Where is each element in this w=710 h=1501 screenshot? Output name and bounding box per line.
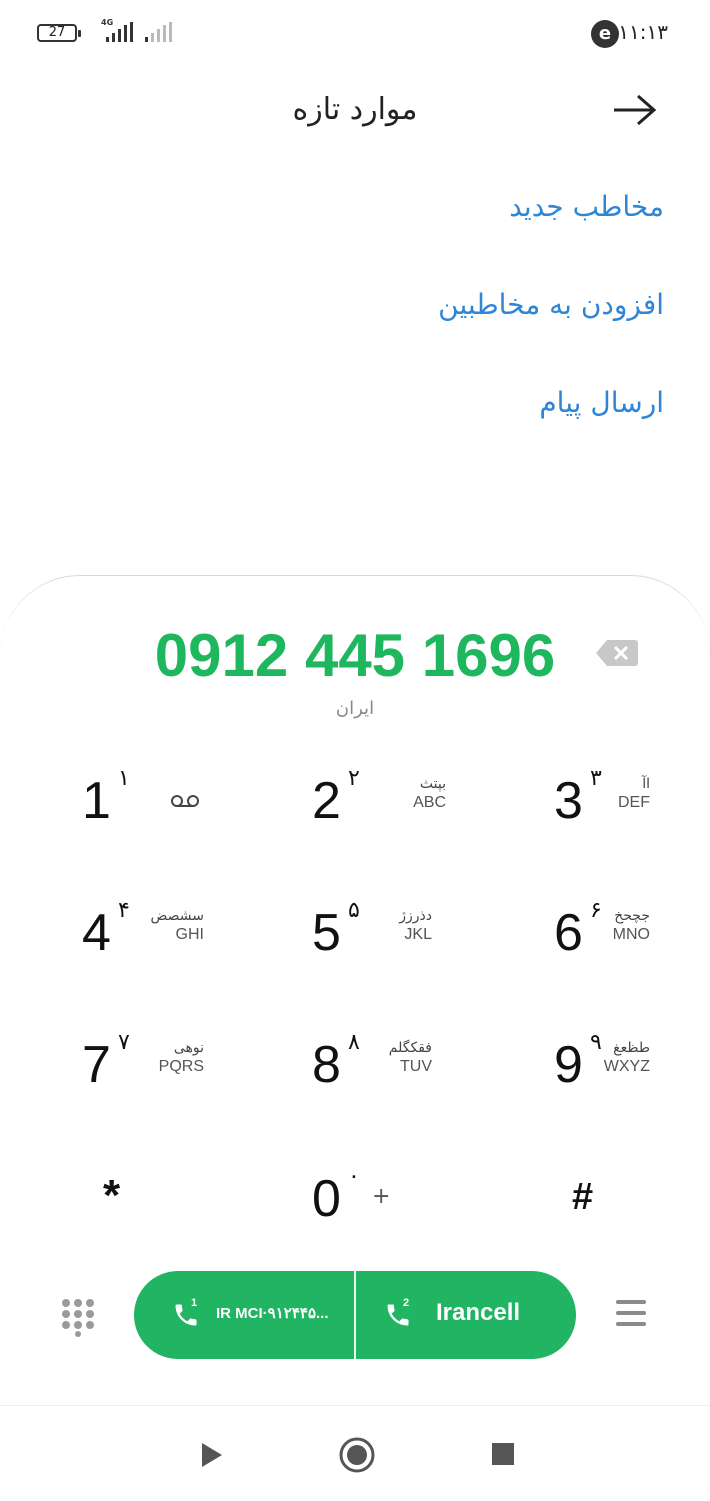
key-persian-digit: ۰ [348,1164,360,1189]
sim1-index: 1 [191,1297,198,1309]
call-sim1-button[interactable]: 1 IR MCI·۹۱۲۴۴۵... [134,1271,354,1359]
key-latin-letters: MNO [612,926,650,943]
key-persian-digit: ۴ [118,898,130,923]
key-digit: 0 [312,1170,341,1228]
key-digit: 4 [82,904,111,962]
page-title: موارد تازه [292,92,418,127]
key-star[interactable]: * [103,1171,120,1221]
key-hash[interactable]: # [572,1176,593,1219]
key-8[interactable]: 8 ۸ فقکگلم TUV [312,1020,432,1130]
key-persian-digit: ۶ [590,898,602,923]
home-circle-icon[interactable] [338,1436,376,1474]
add-to-contacts-option[interactable]: افزودن به مخاطبین [264,288,664,386]
dialed-number[interactable]: 0912 445 1696 [130,621,580,690]
key-persian-digit: ۷ [118,1030,130,1055]
sim2-index: 2 [403,1297,410,1309]
header: موارد تازه [0,70,710,150]
key-digit: 8 [312,1036,341,1094]
key-persian-letters: جچحخ [614,908,650,924]
dialpad-icon[interactable] [60,1297,96,1337]
sim2-label: Irancell [436,1299,521,1326]
key-latin-letters: GHI [175,926,204,943]
key-6[interactable]: 6 ۶ جچحخ MNO [554,888,650,998]
key-digit: 6 [554,904,583,962]
key-persian-letters: بپتث [419,776,446,792]
key-2[interactable]: 2 ۲ بپتث ABC [312,756,446,866]
battery-indicator: 27 [37,24,81,42]
options-list: مخاطب جدید افزودن به مخاطبین ارسال پیام [264,190,664,484]
key-persian-digit: ۸ [348,1030,360,1055]
voicemail-icon [171,795,199,807]
key-7[interactable]: 7 ۷ نوهی PQRS [82,1020,204,1130]
key-digit: 9 [554,1036,583,1094]
key-persian-letters: اآ [642,776,650,792]
country-label: ایران [335,698,375,719]
key-persian-digit: ۳ [590,766,602,791]
call-bar: 1 IR MCI·۹۱۲۴۴۵... 2 Irancell [134,1271,576,1359]
backspace-icon[interactable] [595,638,639,668]
key-3[interactable]: 3 ۳ اآ DEF [554,756,650,866]
send-message-option[interactable]: ارسال پیام [264,386,664,484]
back-triangle-icon[interactable] [200,1441,224,1469]
key-0[interactable]: 0 ۰ + [312,1154,412,1264]
status-bar: 27 4G e ۱۱:۱۳ [0,0,710,70]
key-digit: 2 [312,772,341,830]
menu-icon[interactable] [614,1298,648,1328]
key-persian-digit: ۲ [348,766,360,791]
key-latin-letters: TUV [400,1058,432,1075]
key-latin-letters: PQRS [158,1058,204,1075]
signal-strength-sim2-icon [145,22,175,42]
key-persian-digit: ۵ [348,898,360,923]
key-1[interactable]: 1 ۱ [82,756,282,866]
key-digit: 7 [82,1036,111,1094]
key-persian-digit: ۱ [118,766,130,791]
key-persian-letters: سشصض [150,908,204,924]
key-9[interactable]: 9 ۹ طظعغ WXYZ [554,1020,650,1130]
key-4[interactable]: 4 ۴ سشصض GHI [82,888,204,998]
system-navigation-bar [0,1405,710,1501]
key-persian-letters: دذرزژ [399,908,432,924]
recents-square-icon[interactable] [491,1442,515,1466]
back-arrow-icon[interactable] [606,88,662,132]
key-digit: 3 [554,772,583,830]
key-persian-letters: طظعغ [613,1040,650,1056]
app-notification-icon: e [591,20,619,48]
key-persian-digit: ۹ [590,1030,602,1055]
key-digit: 5 [312,904,341,962]
signal-strength-icon [106,22,136,42]
clock: ۱۱:۱۳ [618,20,668,44]
sim1-label: IR MCI·۹۱۲۴۴۵... [216,1305,329,1322]
key-latin-letters: ABC [413,794,446,811]
plus-label: + [372,1184,391,1209]
new-contact-option[interactable]: مخاطب جدید [264,190,664,288]
key-latin-letters: WXYZ [603,1058,650,1075]
key-persian-letters: فقکگلم [388,1040,432,1056]
call-sim2-button[interactable]: 2 Irancell [356,1271,576,1359]
key-persian-letters: نوهی [173,1040,204,1056]
key-5[interactable]: 5 ۵ دذرزژ JKL [312,888,432,998]
key-latin-letters: DEF [618,794,650,811]
key-digit: 1 [82,772,111,830]
key-latin-letters: JKL [404,926,432,943]
